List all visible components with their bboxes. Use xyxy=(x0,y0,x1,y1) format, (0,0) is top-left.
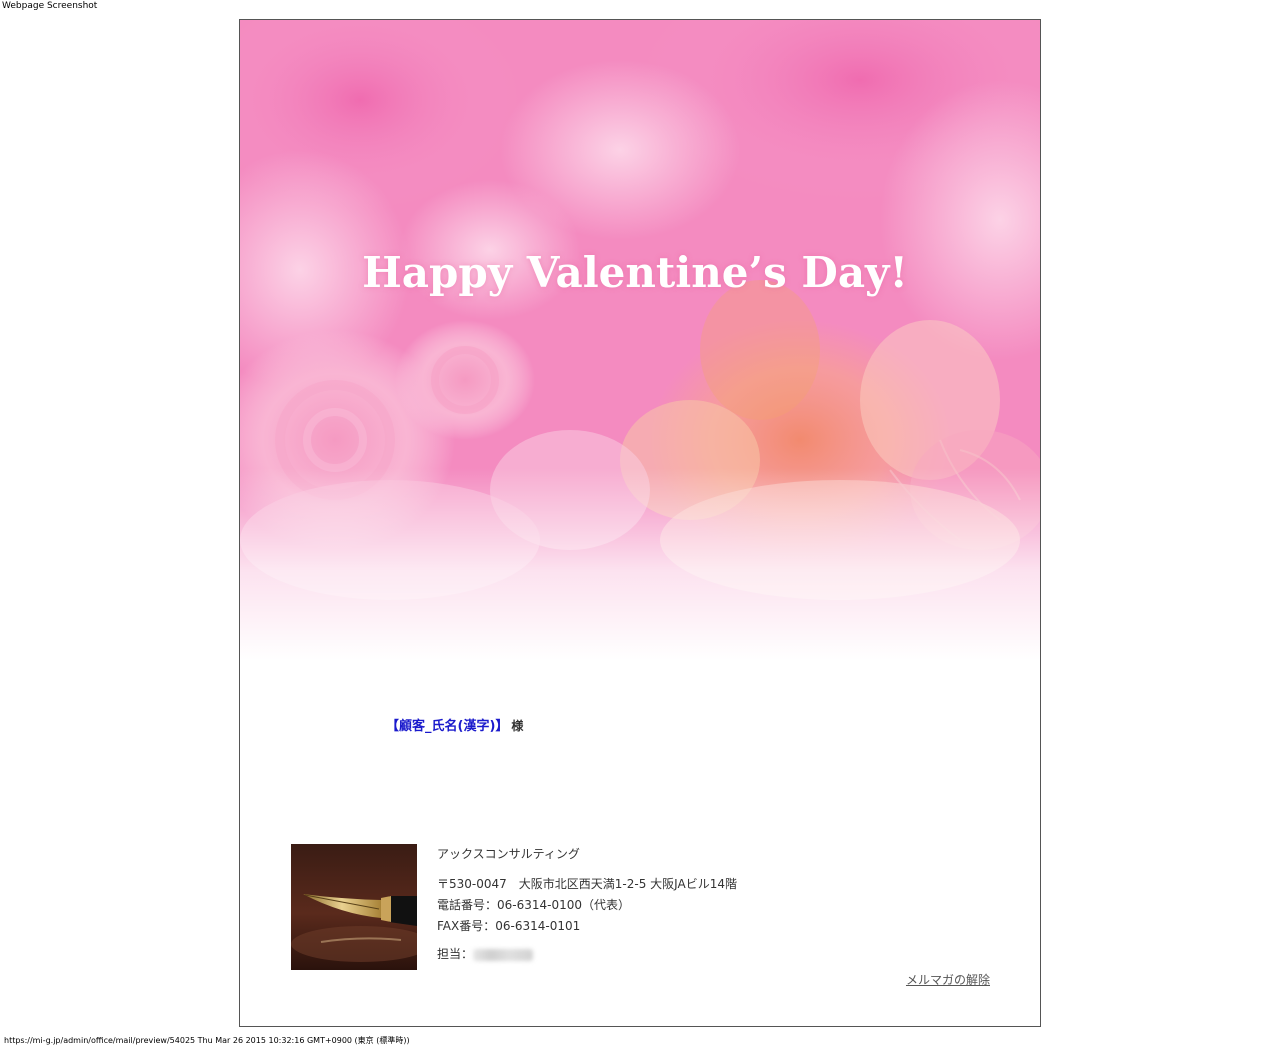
company-name: アックスコンサルティング xyxy=(437,847,580,861)
hero-title: Happy Valentine’s Day! xyxy=(362,248,908,297)
fountain-pen-photo-icon xyxy=(291,844,417,970)
staff-name-blurred xyxy=(473,948,534,961)
unsubscribe-link[interactable]: メルマガの解除 xyxy=(906,971,990,988)
company-phone: 電話番号：06-6314-0100（代表） xyxy=(437,898,631,912)
screenshot-label: Webpage Screenshot xyxy=(2,1,98,11)
flower-background-image xyxy=(240,20,1040,660)
mail-preview-frame: Happy Valentine’s Day! 【顧客_氏名(漢字)】様 アックス… xyxy=(239,19,1041,1027)
hero-banner: Happy Valentine’s Day! xyxy=(240,20,1040,660)
staff-label: 担当： xyxy=(437,947,474,961)
company-address: 〒530-0047 大阪市北区西天満1-2-5 大阪JAビル14階 xyxy=(437,877,737,891)
company-fax: FAX番号：06-6314-0101 xyxy=(437,919,581,933)
company-info: アックスコンサルティング 〒530-0047 大阪市北区西天満1-2-5 大阪J… xyxy=(437,844,737,965)
customer-name-placeholder: 【顧客_氏名(漢字)】 xyxy=(386,719,509,734)
customer-honorific: 様 xyxy=(511,719,524,733)
customer-greeting: 【顧客_氏名(漢字)】様 xyxy=(386,715,523,734)
status-bar: https://mi-g.jp/admin/office/mail/previe… xyxy=(4,1036,410,1045)
staff-line: 担当： xyxy=(437,944,737,965)
